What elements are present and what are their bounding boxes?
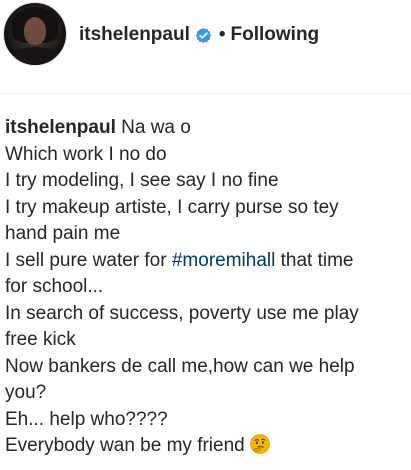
header-divider: [0, 93, 411, 94]
caption-line-13: Everybody wan be my friend: [5, 433, 405, 460]
caption-text: Na wa o: [121, 117, 191, 138]
avatar-shoulders: [10, 47, 60, 65]
caption-line-6: I sell pure water for #moremihall that t…: [5, 248, 405, 275]
caption-line-10: Now bankers de call me,how can we help: [5, 355, 355, 377]
caption-line-4: I try makeup artiste, I carry purse so t…: [5, 196, 339, 218]
caption-username[interactable]: itshelenpaul: [5, 117, 116, 138]
avatar[interactable]: [3, 2, 67, 66]
post-header: itshelenpaul • Following: [0, 0, 411, 80]
caption-text: Everybody wan be my friend: [5, 435, 245, 456]
caption-text: I sell pure water for: [5, 249, 167, 271]
header-row: itshelenpaul • Following: [79, 24, 319, 46]
caption-line-9: free kick: [5, 329, 76, 350]
caption-line-2: Which work I no do: [5, 143, 167, 165]
avatar-face: [24, 17, 46, 45]
thinking-face-emoji-icon: [249, 434, 270, 454]
profile-username[interactable]: itshelenpaul: [79, 24, 190, 46]
caption-line-5: hand pain me: [5, 223, 121, 244]
caption-line-11: you?: [5, 382, 47, 403]
separator-dot: •: [218, 24, 226, 45]
caption-text: that time: [280, 249, 354, 271]
verified-badge-icon: [195, 27, 212, 43]
caption-line-12: Eh... help who????: [5, 408, 168, 430]
caption-line-3: I try modeling, I see say I no fine: [5, 170, 279, 191]
hashtag-link[interactable]: #moremihall: [172, 250, 275, 271]
caption-line-1: itshelenpaul Na wa o: [5, 115, 405, 142]
post-caption: itshelenpaul Na wa o Which work I no do …: [5, 115, 405, 460]
caption-line-8: In search of success, poverty use me pla…: [5, 302, 359, 324]
following-button[interactable]: Following: [231, 24, 320, 46]
caption-line-7: for school...: [5, 276, 104, 297]
